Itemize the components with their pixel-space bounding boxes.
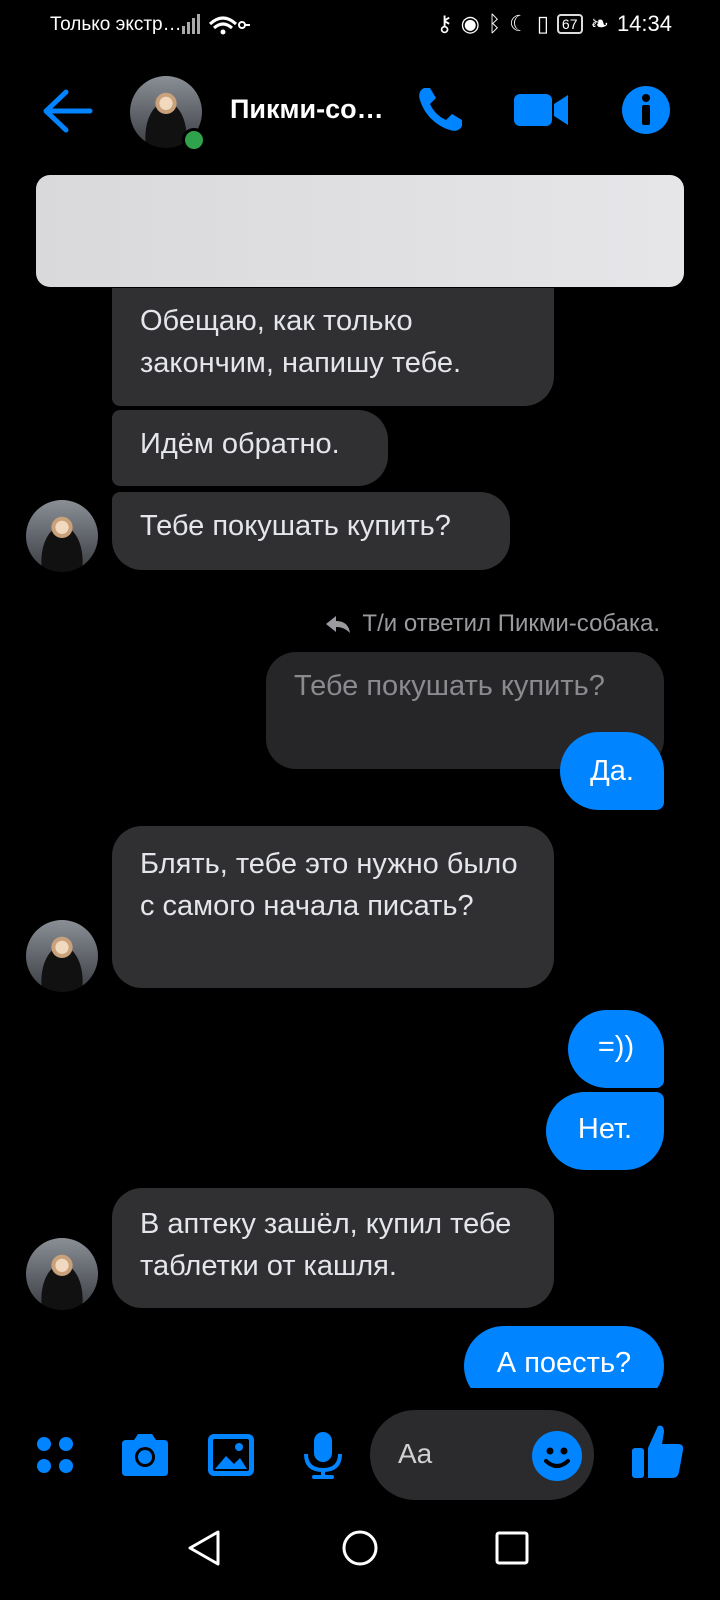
emoji-button[interactable] bbox=[532, 1431, 582, 1481]
contact-name[interactable]: Пикми-со… bbox=[230, 94, 384, 125]
incoming-message[interactable]: Идём обратно. bbox=[112, 410, 388, 486]
camera-icon bbox=[122, 1434, 168, 1476]
moon-icon: ☾ bbox=[509, 11, 529, 36]
reply-note-text: Т/и ответил Пикми-собака. bbox=[362, 610, 660, 637]
camera-button[interactable] bbox=[118, 1430, 168, 1480]
grid-dots-icon bbox=[37, 1437, 73, 1473]
thumbs-up-icon bbox=[632, 1425, 684, 1478]
more-actions-button[interactable] bbox=[30, 1430, 80, 1480]
incoming-message[interactable]: Блять, тебе это нужно было с самого нача… bbox=[112, 826, 554, 988]
battery-indicator: 67 bbox=[556, 14, 583, 34]
nav-back-button[interactable] bbox=[186, 1528, 222, 1573]
pinned-banner[interactable] bbox=[36, 175, 684, 287]
message-input[interactable]: Aa bbox=[370, 1410, 594, 1500]
outgoing-message[interactable]: Нет. bbox=[546, 1092, 664, 1170]
video-camera-icon bbox=[514, 94, 568, 126]
status-text: Только экстр… bbox=[50, 14, 182, 35]
sender-avatar[interactable] bbox=[26, 920, 98, 992]
bluetooth-icon: ᛒ bbox=[487, 11, 502, 36]
outgoing-message[interactable]: Да. bbox=[560, 732, 664, 810]
signal-icon bbox=[180, 12, 250, 42]
phone-icon bbox=[419, 88, 462, 131]
incoming-message[interactable]: В аптеку зашёл, купил тебе таблетки от к… bbox=[112, 1188, 554, 1308]
status-icons: ⚷ ◉ ᛒ ☾ ▯ 67 ❧ 14:34 bbox=[437, 11, 672, 37]
chat-header: Пикми-со… bbox=[0, 62, 720, 162]
sender-avatar[interactable] bbox=[26, 1238, 98, 1310]
video-call-button[interactable] bbox=[512, 80, 572, 140]
online-indicator bbox=[182, 128, 206, 152]
microphone-icon bbox=[304, 1432, 342, 1479]
incoming-message[interactable]: Обещаю, как только закончим, напишу тебе… bbox=[112, 288, 554, 406]
call-button[interactable] bbox=[410, 80, 470, 140]
nav-recents-button[interactable] bbox=[494, 1530, 530, 1571]
message-clip: А поесть? bbox=[0, 1326, 720, 1388]
composer-bar: Aa bbox=[0, 1390, 720, 1510]
system-nav-bar bbox=[0, 1500, 720, 1600]
reply-note: Т/и ответил Пикми-собака. bbox=[324, 610, 660, 638]
info-icon bbox=[622, 86, 670, 134]
circle-home-icon bbox=[342, 1530, 378, 1566]
key-icon: ⚷ bbox=[436, 11, 453, 36]
vibrate-icon: ▯ bbox=[536, 11, 549, 36]
sender-avatar[interactable] bbox=[26, 500, 98, 572]
info-button[interactable] bbox=[616, 80, 676, 140]
gallery-button[interactable] bbox=[206, 1430, 256, 1480]
message-placeholder: Aa bbox=[398, 1438, 433, 1469]
reply-arrow-icon bbox=[326, 616, 351, 633]
leaf-icon: ❧ bbox=[590, 11, 609, 36]
triangle-back-icon bbox=[188, 1530, 220, 1566]
smiley-icon bbox=[544, 1447, 570, 1468]
outgoing-message[interactable]: =)) bbox=[568, 1010, 664, 1088]
eye-icon: ◉ bbox=[460, 11, 480, 36]
square-recents-icon bbox=[495, 1531, 529, 1565]
incoming-message[interactable]: Тебе покушать купить? bbox=[112, 492, 510, 570]
nav-home-button[interactable] bbox=[340, 1528, 380, 1573]
like-button[interactable] bbox=[630, 1422, 686, 1482]
clock: 14:34 bbox=[616, 11, 672, 36]
status-bar: Только экстр… ⚷ ◉ ᛒ ☾ ▯ 67 ❧ 14:34 bbox=[0, 0, 720, 50]
outgoing-message[interactable]: А поесть? bbox=[464, 1326, 664, 1388]
voice-button[interactable] bbox=[298, 1430, 348, 1480]
image-icon bbox=[208, 1434, 254, 1476]
back-button[interactable] bbox=[40, 86, 96, 136]
